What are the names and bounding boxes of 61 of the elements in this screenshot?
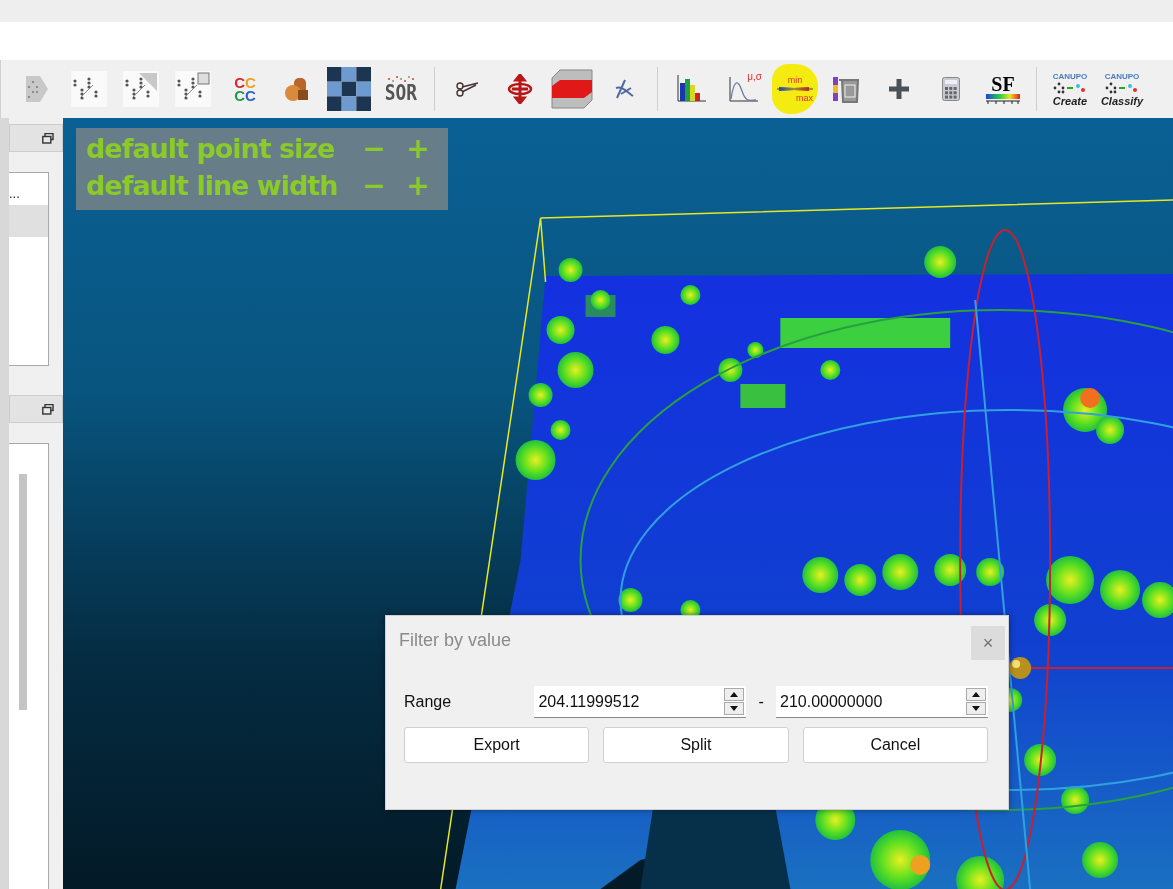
checkerboard-icon	[327, 67, 371, 111]
canupo-label: CANUPO	[1052, 71, 1088, 81]
up-arrow-icon	[730, 692, 739, 697]
max-label: max	[796, 93, 813, 103]
canupo-caption: Classify	[1100, 94, 1144, 107]
min-max-tool[interactable]: min max	[772, 64, 818, 114]
dots-icon	[385, 75, 417, 83]
sor-tool[interactable]: SOR	[378, 64, 424, 114]
scrollbar-thumb[interactable]	[19, 474, 27, 710]
dialog-button[interactable]: Cancel	[802, 727, 988, 763]
canupo-tool[interactable]: CANUPO Classify	[1099, 64, 1145, 114]
cc-label: CC CC	[234, 76, 256, 102]
spin-down-button[interactable]	[966, 702, 986, 715]
3d-view[interactable]: default point size − + default line width − + Filter by value × Range 204.11999512 - 210.00000000 Export Split Cancel	[63, 118, 1173, 889]
cylinders-icon	[284, 76, 310, 102]
box-slice-icon	[550, 68, 594, 110]
mu-sigma-label: μ,σ	[747, 71, 762, 82]
histogram-icon	[676, 75, 706, 103]
spin-down-button[interactable]	[724, 702, 745, 715]
tree-item[interactable]: ...	[9, 173, 48, 205]
option-label: default line width	[86, 170, 339, 201]
scissors-icon	[456, 81, 480, 97]
down-arrow-icon	[972, 706, 980, 711]
close-button[interactable]: ×	[971, 626, 1005, 660]
range-max-field[interactable]: 210.00000000	[776, 686, 966, 718]
letters-tool[interactable]: CC CC	[222, 64, 268, 114]
cone-icon	[26, 74, 48, 104]
dialog-button[interactable]: Split	[603, 727, 789, 763]
range-separator: -	[757, 693, 765, 711]
canupo-caption: Create	[1052, 94, 1088, 107]
spin-up-button[interactable]	[724, 688, 745, 701]
down-arrow-icon	[730, 706, 739, 711]
canupo-tool[interactable]: CANUPO Create	[1047, 64, 1093, 114]
trash-icon	[833, 75, 861, 103]
sf-tool[interactable]: SF	[980, 64, 1026, 114]
move-arrows-icon	[506, 74, 534, 104]
restore-window-icon	[42, 403, 54, 415]
up-arrow-icon	[972, 692, 980, 697]
cross-curve-icon	[613, 78, 635, 100]
plus-icon	[888, 78, 910, 100]
canupo-label: CANUPO	[1104, 71, 1140, 81]
checker-tool[interactable]	[326, 64, 372, 114]
points-classify-icon	[1105, 80, 1139, 95]
dialog-title: Filter by value	[399, 630, 512, 651]
color-scale-icon	[986, 94, 1020, 104]
range-bar-icon	[777, 85, 813, 93]
min-label: min	[787, 75, 803, 85]
spin-up-button[interactable]	[966, 688, 986, 701]
range-label: Range	[404, 693, 453, 711]
points-classify-icon	[1053, 80, 1087, 95]
scatter-points-icon	[123, 71, 159, 107]
dialog-button[interactable]: Export	[404, 727, 590, 763]
calculator-icon	[942, 77, 960, 101]
sf-label: SF	[991, 74, 1015, 94]
sor-label: SOR	[384, 83, 418, 103]
curve-tool[interactable]: μ,σ	[720, 64, 766, 114]
scatter-points-icon	[71, 71, 107, 107]
scatter-magnify-icon	[175, 71, 211, 107]
restore-window-icon	[42, 132, 54, 144]
range-min-field[interactable]: 204.11999512	[534, 686, 725, 718]
option-label: default point size	[86, 133, 336, 164]
